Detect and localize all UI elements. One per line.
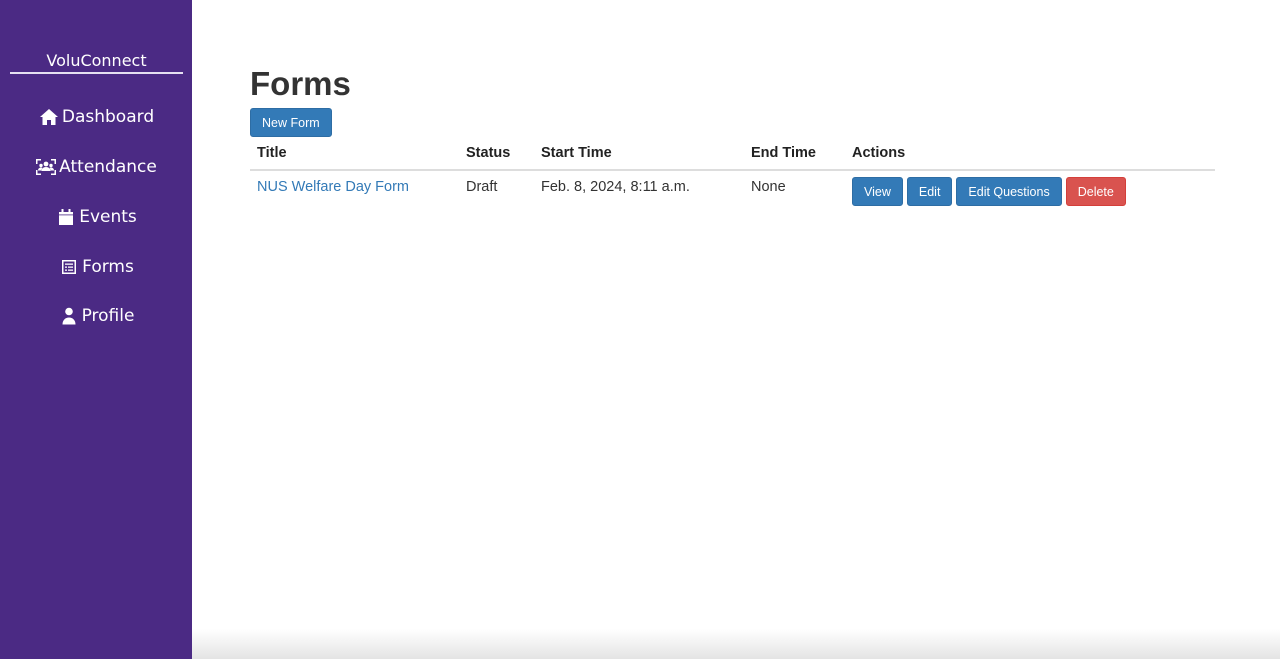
brand-logo[interactable]: VoluConnect [10,51,183,74]
sidebar: VoluConnect Dashboard Attendance Events … [0,0,192,659]
header-end-time: End Time [751,145,816,161]
new-form-button[interactable]: New Form [250,108,332,137]
form-start-time: Feb. 8, 2024, 8:11 a.m. [541,179,690,195]
form-status: Draft [466,179,498,195]
form-end-time: None [751,179,786,195]
sidebar-item-label: Forms [82,257,134,277]
home-icon [38,107,60,127]
sidebar-item-events[interactable]: Events [0,202,192,232]
delete-button[interactable]: Delete [1065,177,1126,206]
sidebar-item-dashboard[interactable]: Dashboard [0,102,192,132]
header-start-time: Start Time [541,145,612,161]
sidebar-item-profile[interactable]: Profile [0,301,192,331]
user-icon [58,306,80,326]
table-row: NUS Welfare Day Form Draft Feb. 8, 2024,… [250,171,1215,215]
page-title: Forms [250,65,351,102]
header-title: Title [257,145,287,161]
header-actions: Actions [852,145,906,161]
sidebar-item-label: Profile [81,306,135,326]
form-title-link[interactable]: NUS Welfare Day Form [257,179,409,195]
forms-table: Title Status Start Time End Time Actions… [250,137,1215,215]
users-icon [35,157,57,177]
form-icon [58,257,80,277]
edit-button[interactable]: Edit [906,177,953,206]
calendar-icon [55,207,77,227]
view-button[interactable]: View [852,177,903,206]
sidebar-item-label: Events [79,207,137,227]
bottom-shadow [192,629,1280,659]
sidebar-item-attendance[interactable]: Attendance [0,152,192,182]
sidebar-item-label: Dashboard [61,107,155,127]
header-status: Status [466,145,511,161]
row-actions: View Edit Edit Questions Delete [852,177,1126,206]
sidebar-item-label: Attendance [59,157,157,177]
sidebar-item-forms[interactable]: Forms [0,252,192,282]
edit-questions-button[interactable]: Edit Questions [956,177,1062,206]
table-header: Title Status Start Time End Time Actions [250,137,1215,171]
